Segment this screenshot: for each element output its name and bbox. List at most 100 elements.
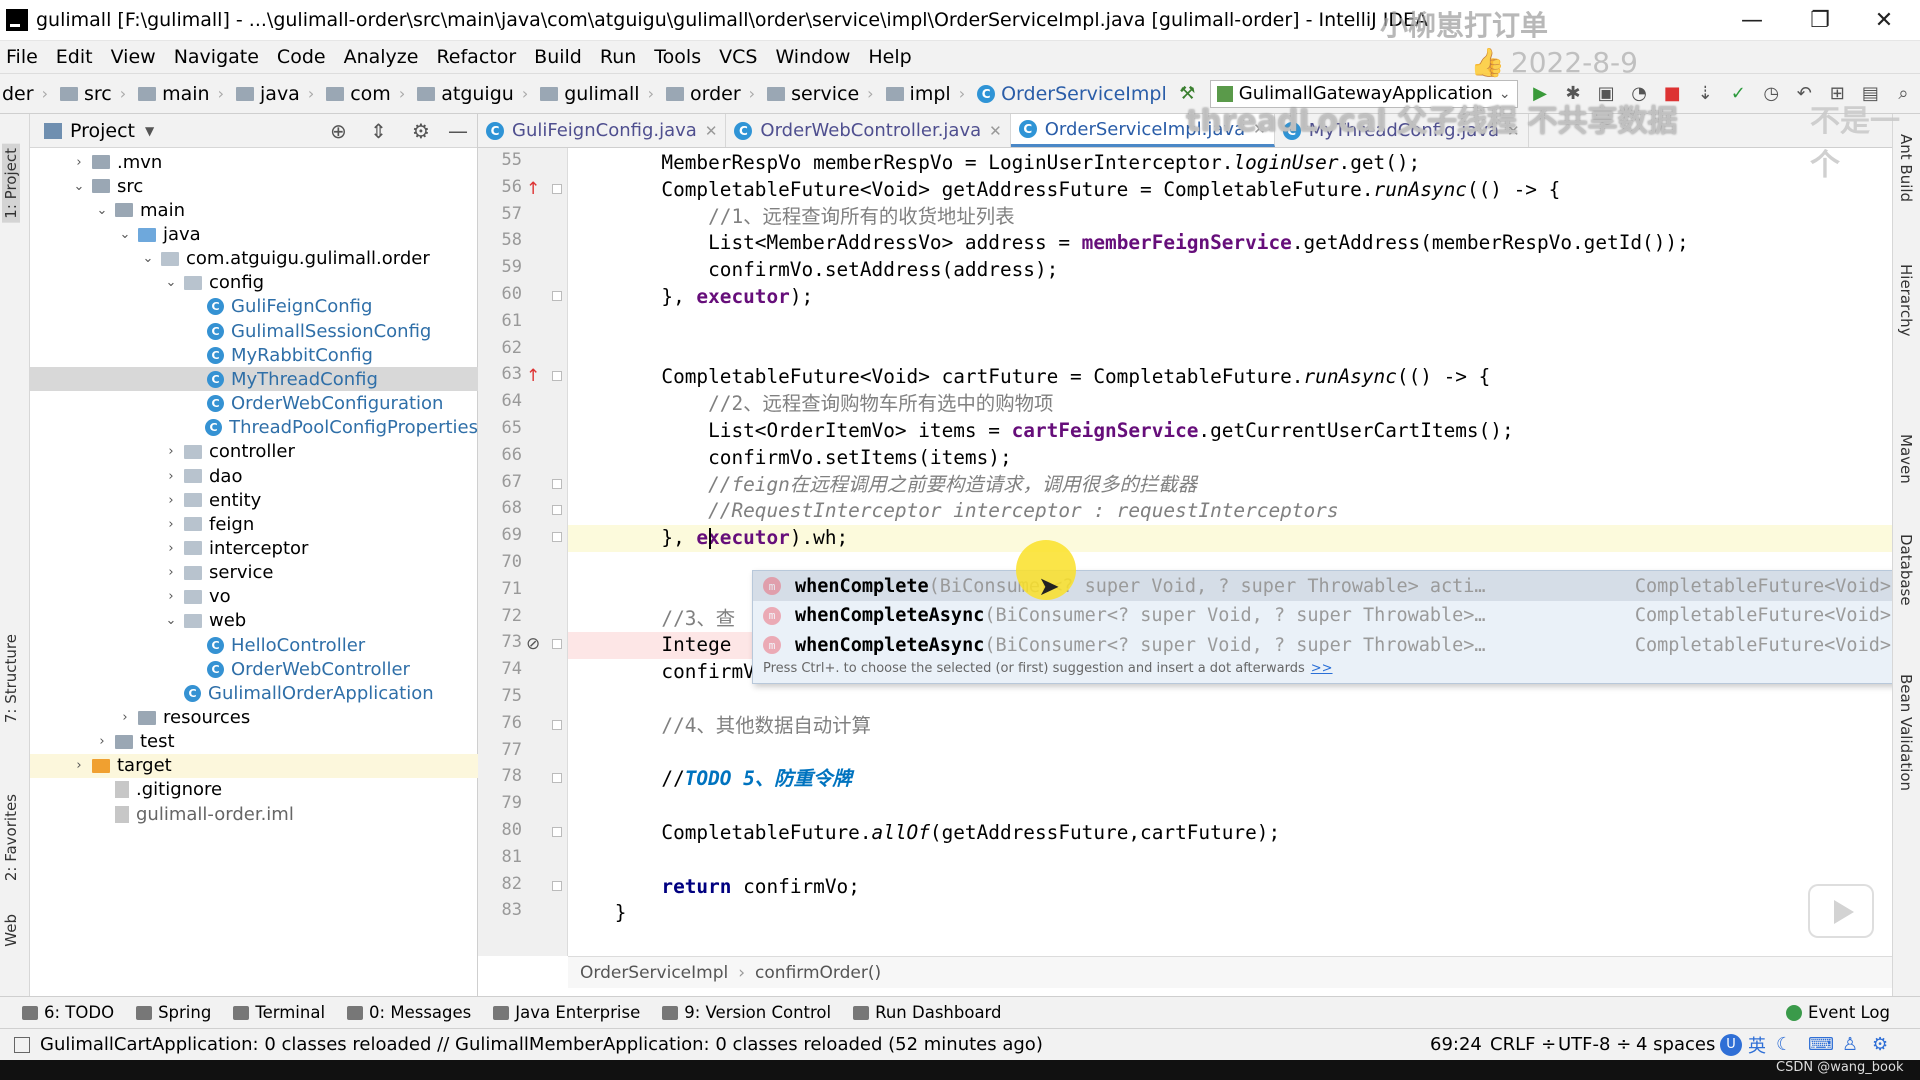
breadcrumb-item[interactable]: gulimall › bbox=[532, 83, 654, 105]
tree-item[interactable]: › service bbox=[30, 561, 478, 585]
file-encoding[interactable]: UTF-8 ÷ bbox=[1558, 1034, 1631, 1055]
tree-item[interactable]: ⌄ java bbox=[30, 222, 478, 246]
tree-item[interactable]: C ThreadPoolConfigProperties bbox=[30, 416, 478, 440]
tool-window-versioncontrol[interactable]: 9: Version Control bbox=[662, 1003, 831, 1022]
code-breadcrumb-method[interactable]: confirmOrder() bbox=[755, 963, 881, 983]
breadcrumb-item[interactable]: main › bbox=[130, 83, 224, 105]
fold-marker-icon[interactable] bbox=[552, 371, 562, 382]
chevron-right-icon[interactable]: › bbox=[164, 589, 178, 604]
git-commit-icon[interactable]: ✓ bbox=[1730, 83, 1747, 105]
chevron-right-icon[interactable]: › bbox=[164, 565, 178, 580]
tab-hierarchy[interactable]: Hierarchy bbox=[1897, 264, 1915, 337]
tab-favorites[interactable]: 2: Favorites bbox=[2, 794, 20, 881]
tree-item[interactable]: ⌄ src bbox=[30, 174, 478, 198]
menu-tools[interactable]: Tools bbox=[654, 46, 701, 68]
tool-window-todo[interactable]: 6: TODO bbox=[22, 1003, 114, 1022]
menu-analyze[interactable]: Analyze bbox=[344, 46, 419, 68]
project-panel-title[interactable]: Project bbox=[70, 120, 135, 142]
chevron-right-icon[interactable]: › bbox=[164, 541, 178, 556]
fold-marker-icon[interactable] bbox=[552, 880, 562, 891]
git-update-icon[interactable]: ⇣ bbox=[1697, 83, 1714, 105]
tab-web[interactable]: Web bbox=[2, 914, 20, 947]
play-button[interactable] bbox=[1808, 884, 1874, 938]
locate-icon[interactable]: ⊕ bbox=[330, 119, 347, 143]
breadcrumb-item[interactable]: com › bbox=[318, 83, 405, 105]
override-up-icon[interactable]: ↑ bbox=[526, 179, 540, 199]
error-marker-icon[interactable]: ⊘ bbox=[526, 634, 540, 654]
fold-marker-icon[interactable] bbox=[552, 639, 562, 650]
menu-vcs[interactable]: VCS bbox=[719, 46, 757, 68]
menu-help[interactable]: Help bbox=[868, 46, 911, 68]
breadcrumb-item[interactable]: C OrderServiceImpl bbox=[969, 83, 1167, 105]
completion-item[interactable]: m whenCompleteAsync (BiConsumer<? super Vo… bbox=[753, 630, 1901, 660]
tree-item[interactable]: C OrderWebController bbox=[30, 657, 478, 681]
gear-icon[interactable]: ⚙ bbox=[412, 119, 430, 143]
tree-item[interactable]: gulimall-order.iml bbox=[30, 802, 478, 826]
minimize-button[interactable]: — bbox=[1720, 0, 1784, 41]
tree-item[interactable]: › controller bbox=[30, 440, 478, 464]
dropdown-arrow-icon[interactable]: ▼ bbox=[145, 124, 154, 138]
code-editor[interactable]: MemberRespVo memberRespVo = LoginUserInt… bbox=[568, 148, 1892, 956]
breadcrumb-item[interactable]: atguigu › bbox=[409, 83, 528, 105]
tree-item[interactable]: › .mvn bbox=[30, 150, 478, 174]
tree-item[interactable]: .gitignore bbox=[30, 778, 478, 802]
tree-item[interactable]: › vo bbox=[30, 585, 478, 609]
fold-marker-icon[interactable] bbox=[552, 532, 562, 543]
chevron-right-icon[interactable]: › bbox=[72, 758, 86, 773]
close-tab-icon[interactable]: ✕ bbox=[705, 122, 718, 140]
fold-marker-icon[interactable] bbox=[552, 478, 562, 489]
chevron-right-icon[interactable]: › bbox=[164, 493, 178, 508]
chevron-right-icon[interactable]: › bbox=[164, 444, 178, 459]
code-breadcrumb-class[interactable]: OrderServiceImpl bbox=[580, 963, 728, 983]
tree-item[interactable]: › interceptor bbox=[30, 536, 478, 560]
close-tab-icon[interactable]: ✕ bbox=[989, 122, 1002, 140]
completion-item[interactable]: m whenComplete (BiConsumer<? super Void, ?… bbox=[753, 571, 1901, 601]
ime-language[interactable]: 英 bbox=[1748, 1032, 1766, 1058]
indent-setting[interactable]: 4 spaces bbox=[1636, 1034, 1715, 1055]
tree-item[interactable]: C GuliFeignConfig bbox=[30, 295, 478, 319]
tree-item[interactable]: › resources bbox=[30, 705, 478, 729]
tree-item[interactable]: ⌄ com.atguigu.gulimall.order bbox=[30, 247, 478, 271]
tree-item[interactable]: › feign bbox=[30, 512, 478, 536]
chevron-right-icon[interactable]: › bbox=[164, 469, 178, 484]
menu-build[interactable]: Build bbox=[534, 46, 582, 68]
tab-gulifeignconfig[interactable]: C GuliFeignConfig.java ✕ bbox=[478, 114, 727, 147]
chevron-down-icon[interactable]: ⌄ bbox=[164, 613, 178, 628]
chevron-down-icon[interactable]: ⌄ bbox=[72, 179, 86, 194]
chevron-down-icon[interactable]: ⌄ bbox=[95, 203, 109, 218]
tree-item[interactable]: C HelloController bbox=[30, 633, 478, 657]
breadcrumb-item[interactable]: der › bbox=[2, 83, 48, 105]
tab-structure[interactable]: 7: Structure bbox=[2, 634, 20, 723]
menu-window[interactable]: Window bbox=[775, 46, 850, 68]
status-toggle-icon[interactable] bbox=[14, 1036, 30, 1053]
breadcrumb-item[interactable]: impl › bbox=[878, 83, 965, 105]
tool-window-messages[interactable]: 0: Messages bbox=[347, 1003, 471, 1022]
tab-bean-validation[interactable]: Bean Validation bbox=[1897, 674, 1915, 791]
close-button[interactable]: ✕ bbox=[1852, 0, 1916, 41]
fold-marker-icon[interactable] bbox=[552, 505, 562, 516]
menu-file[interactable]: File bbox=[6, 46, 38, 68]
tree-item[interactable]: C OrderWebConfiguration bbox=[30, 392, 478, 416]
restore-button[interactable]: ❐ bbox=[1788, 0, 1852, 41]
fold-marker-icon[interactable] bbox=[552, 183, 562, 194]
tree-item[interactable]: › entity bbox=[30, 488, 478, 512]
breadcrumb-item[interactable]: service › bbox=[759, 83, 874, 105]
chevron-right-icon[interactable]: › bbox=[164, 517, 178, 532]
breadcrumb-item[interactable]: order › bbox=[658, 83, 755, 105]
chevron-down-icon[interactable]: ⌄ bbox=[141, 251, 155, 266]
completion-hint-link[interactable]: >> bbox=[1311, 661, 1333, 676]
breadcrumb-item[interactable]: java › bbox=[228, 83, 314, 105]
tree-item[interactable]: › dao bbox=[30, 464, 478, 488]
tree-item[interactable]: ⌄ main bbox=[30, 198, 478, 222]
chevron-right-icon[interactable]: › bbox=[118, 710, 132, 725]
tree-item[interactable]: ⌄ config bbox=[30, 271, 478, 295]
hide-panel-icon[interactable]: — bbox=[448, 119, 468, 143]
menu-navigate[interactable]: Navigate bbox=[174, 46, 259, 68]
tree-item[interactable]: C GulimallSessionConfig bbox=[30, 319, 478, 343]
tab-maven[interactable]: Maven bbox=[1897, 434, 1915, 484]
tree-item[interactable]: › target bbox=[30, 753, 478, 778]
override-up-icon[interactable]: ↑ bbox=[526, 366, 540, 386]
tree-item[interactable]: ⌄ web bbox=[30, 609, 478, 633]
tree-item[interactable]: › test bbox=[30, 730, 478, 754]
history-icon[interactable]: ◷ bbox=[1763, 83, 1780, 105]
